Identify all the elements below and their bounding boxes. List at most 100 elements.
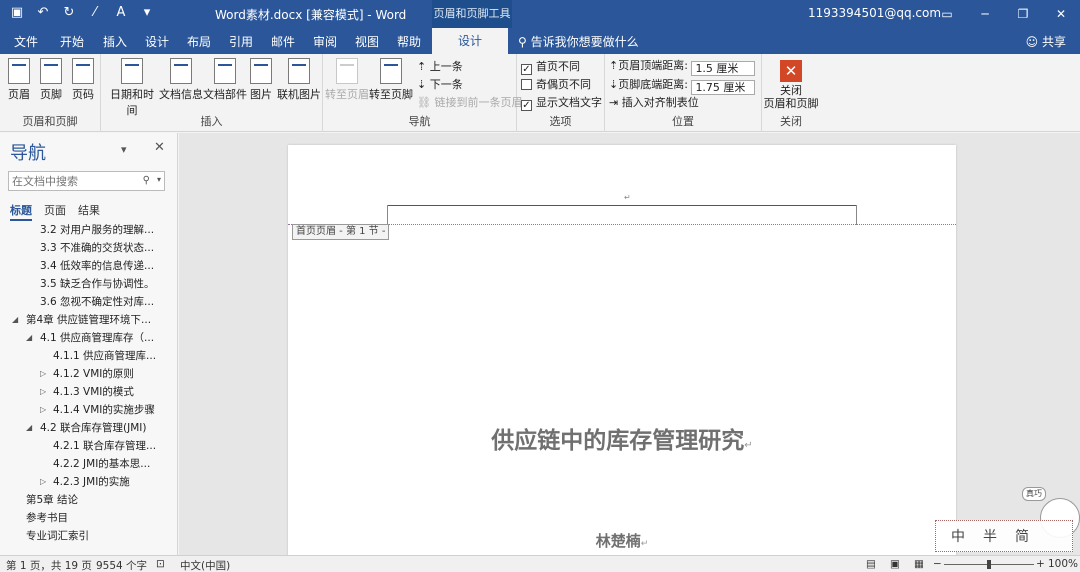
expanded-arrow-icon[interactable]: ◢ xyxy=(26,329,36,347)
nav-pane-title: 导航 xyxy=(10,143,46,164)
document-heading[interactable]: 供应链中的库存管理研究↵ xyxy=(288,421,956,455)
nav-options-icon[interactable]: ▾ xyxy=(121,143,127,156)
expanded-arrow-icon[interactable]: ◢ xyxy=(26,419,36,437)
nav-outline-item[interactable]: 第5章 结论 xyxy=(0,491,178,509)
nav-outline-item[interactable]: 3.5 缺乏合作与协调性。 xyxy=(0,275,178,293)
nav-outline-item[interactable]: 4.1.1 供应商管理库... xyxy=(0,347,178,365)
account-email[interactable]: 1193394501@qq.com xyxy=(808,6,941,20)
zoom-out-icon[interactable]: − xyxy=(933,558,942,570)
tell-me-search[interactable]: ⚲ 告诉我你想要做什么 xyxy=(518,33,639,50)
zoom-slider-thumb[interactable] xyxy=(987,560,991,569)
footer-bottom-input[interactable]: 1.75 厘米 xyxy=(691,80,756,95)
nav-outline-item[interactable]: ▷ 4.1.2 VMI的原则 xyxy=(0,365,178,383)
doc-info-button[interactable]: 文档信息 xyxy=(159,58,203,102)
nav-outline-item[interactable]: ◢ 4.1 供应商管理库存（... xyxy=(0,329,178,347)
zoom-level[interactable]: 100% xyxy=(1048,558,1078,570)
collapsed-arrow-icon[interactable]: ▷ xyxy=(40,365,50,383)
ribbon-display-icon[interactable]: ▭ xyxy=(928,0,966,28)
different-odd-even-checkbox[interactable]: 奇偶页不同 xyxy=(521,76,591,92)
nav-outline-item[interactable]: 3.2 对用户服务的理解... xyxy=(0,221,178,239)
read-mode-icon[interactable]: ▤ xyxy=(866,558,876,570)
nav-outline-item[interactable]: 3.4 低效率的信息传递... xyxy=(0,257,178,275)
tab-insert[interactable]: 插入 xyxy=(103,33,127,50)
format-painter-icon[interactable]: A xyxy=(112,4,130,22)
nav-outline-label: 4.1.4 VMI的实施步骤 xyxy=(53,404,155,416)
share-button[interactable]: ☺ 共享 xyxy=(1026,33,1066,50)
proofing-icon[interactable]: ⊡ xyxy=(156,558,165,570)
nav-outline-item[interactable]: 3.3 不准确的交货状态... xyxy=(0,239,178,257)
nav-outline-item[interactable]: ◢ 4.2 联合库存管理(JMI) xyxy=(0,419,178,437)
navigation-pane: 导航 ▾ ✕ ⚲ ▾ 标题 页面 结果 3.2 对用户服务的理解... 3.3 不… xyxy=(0,133,178,555)
tab-help[interactable]: 帮助 xyxy=(397,33,421,50)
tab-mailings[interactable]: 邮件 xyxy=(271,33,295,50)
nav-tab-headings[interactable]: 标题 xyxy=(10,202,32,221)
document-page[interactable]: ↵ 首页页眉 - 第 1 节 - 供应链中的库存管理研究↵ 林楚楠↵ xyxy=(288,145,956,555)
nav-outline-item[interactable]: ▷ 4.1.3 VMI的模式 xyxy=(0,383,178,401)
link-previous-button[interactable]: ⛓ 链接到前一条页眉 xyxy=(417,94,522,110)
nav-tab-pages[interactable]: 页面 xyxy=(44,202,66,218)
print-layout-icon[interactable]: ▣ xyxy=(890,558,900,570)
search-icon[interactable]: ⚲ xyxy=(143,175,150,186)
goto-header-button[interactable]: 转至页眉 xyxy=(325,58,369,102)
collapsed-arrow-icon[interactable]: ▷ xyxy=(40,401,50,419)
save-icon[interactable]: ▣ xyxy=(8,4,26,22)
tab-design[interactable]: 设计 xyxy=(432,28,508,54)
next-icon: ⇣ xyxy=(417,78,430,91)
web-layout-icon[interactable]: ▦ xyxy=(914,558,924,570)
nav-outline-item[interactable]: ▷ 4.1.4 VMI的实施步骤 xyxy=(0,401,178,419)
tab-view[interactable]: 视图 xyxy=(355,33,379,50)
zoom-in-icon[interactable]: + xyxy=(1036,558,1045,570)
customize-icon[interactable]: ▾ xyxy=(138,4,156,22)
tab-home[interactable]: 开始 xyxy=(60,33,84,50)
date-time-button[interactable]: 日期和时间 xyxy=(105,58,159,118)
redo-icon[interactable]: ↻ xyxy=(60,4,78,22)
show-doc-text-checkbox[interactable]: ✓ 显示文档文字 xyxy=(521,94,602,111)
close-icon[interactable]: ✕ xyxy=(1042,0,1080,28)
restore-icon[interactable]: ❐ xyxy=(1004,0,1042,28)
picture-button[interactable]: 图片 xyxy=(249,58,273,102)
undo-icon[interactable]: ↶ xyxy=(34,4,52,22)
previous-button[interactable]: ⇡ 上一条 xyxy=(417,58,463,74)
close-header-footer-button[interactable]: ✕ 关闭 页眉和页脚 xyxy=(762,60,820,110)
status-page-count[interactable]: 第 1 页，共 19 页 xyxy=(6,558,92,572)
tab-file[interactable]: 文件 xyxy=(14,33,38,50)
nav-outline-item[interactable]: 3.6 忽视不确定性对库... xyxy=(0,293,178,311)
header-top-input[interactable]: 1.5 厘米 xyxy=(691,61,756,76)
tab-design-doc[interactable]: 设计 xyxy=(145,33,169,50)
nav-close-icon[interactable]: ✕ xyxy=(154,140,165,155)
nav-outline-item[interactable]: ◢ 第4章 供应链管理环境下... xyxy=(0,311,178,329)
footer-button[interactable]: 页脚 xyxy=(38,58,64,102)
goto-footer-button[interactable]: 转至页脚 xyxy=(369,58,413,102)
nav-outline-item[interactable]: 4.2.2 JMI的基本思... xyxy=(0,455,178,473)
header-distance-icon: ⇡ xyxy=(609,59,619,72)
nav-tab-results[interactable]: 结果 xyxy=(78,202,100,218)
tab-layout[interactable]: 布局 xyxy=(187,33,211,50)
tab-review[interactable]: 审阅 xyxy=(313,33,337,50)
page-number-button[interactable]: 页码 xyxy=(70,58,96,102)
doc-parts-button[interactable]: 文档部件 xyxy=(203,58,247,102)
doc-parts-icon xyxy=(214,58,236,84)
tab-references[interactable]: 引用 xyxy=(229,33,253,50)
nav-outline-item[interactable]: 参考书目 xyxy=(0,509,178,527)
nav-search-input[interactable] xyxy=(9,172,129,190)
touch-icon[interactable]: ⁄ xyxy=(86,4,104,22)
expanded-arrow-icon[interactable]: ◢ xyxy=(12,311,22,329)
nav-outline-item[interactable]: 专业词汇索引 xyxy=(0,527,178,545)
status-word-count[interactable]: 9554 个字 xyxy=(96,558,147,572)
online-picture-button[interactable]: 联机图片 xyxy=(277,58,321,102)
nav-outline-label: 3.6 忽视不确定性对库... xyxy=(40,296,155,308)
nav-outline: 3.2 对用户服务的理解... 3.3 不准确的交货状态... 3.4 低效率的信息… xyxy=(0,221,178,545)
next-button[interactable]: ⇣ 下一条 xyxy=(417,76,463,92)
checkbox-checked-icon: ✓ xyxy=(521,64,532,75)
document-author[interactable]: 林楚楠↵ xyxy=(288,530,956,551)
collapsed-arrow-icon[interactable]: ▷ xyxy=(40,473,50,491)
search-dropdown-icon[interactable]: ▾ xyxy=(157,175,161,184)
collapsed-arrow-icon[interactable]: ▷ xyxy=(40,383,50,401)
nav-outline-item[interactable]: ▷ 4.2.3 JMI的实施 xyxy=(0,473,178,491)
nav-outline-item[interactable]: 4.2.1 联合库存管理... xyxy=(0,437,178,455)
header-button[interactable]: 页眉 xyxy=(6,58,32,102)
status-language[interactable]: 中文(中国) xyxy=(180,558,230,572)
different-first-checkbox[interactable]: ✓ 首页不同 xyxy=(521,58,580,75)
minimize-icon[interactable]: ─ xyxy=(966,0,1004,28)
insert-align-tab-button[interactable]: ⇥ 插入对齐制表位 xyxy=(609,94,699,110)
